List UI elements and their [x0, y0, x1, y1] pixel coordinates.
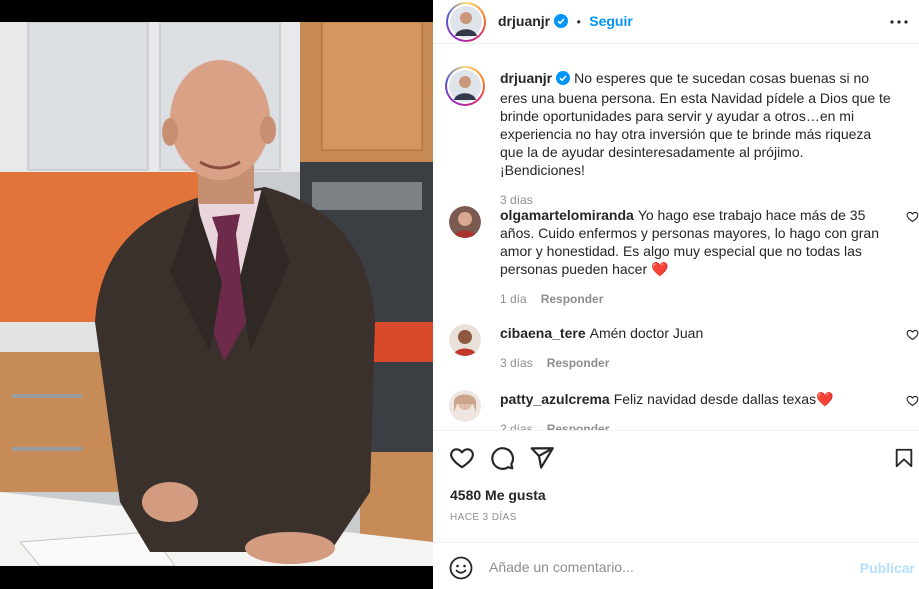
heart-emoji: ❤️ — [816, 391, 834, 407]
like-comment-icon[interactable] — [906, 328, 919, 341]
comment-timestamp[interactable]: 3 días — [500, 356, 533, 370]
post-actions: 4580 Me gusta HACE 3 DÍAS — [433, 430, 919, 542]
like-count[interactable]: 4580 Me gusta — [450, 487, 546, 503]
comment-username[interactable]: olgamartelomiranda — [500, 207, 634, 223]
commenter-avatar[interactable] — [449, 390, 481, 422]
avatar-image — [449, 206, 481, 238]
caption-body: drjuanjr No esperes que te sucedan cosas … — [500, 69, 892, 209]
comment-icon[interactable] — [489, 445, 515, 471]
more-options-icon[interactable] — [887, 12, 911, 32]
emoji-icon[interactable] — [449, 556, 473, 580]
like-comment-icon[interactable] — [906, 394, 919, 407]
comment-username[interactable]: cibaena_tere — [500, 325, 586, 341]
header-separator: • — [576, 15, 581, 29]
comment-composer: Publicar — [433, 542, 919, 589]
comment-timestamp[interactable]: 2 días — [500, 422, 533, 430]
post-caption: drjuanjr No esperes que te sucedan cosas … — [445, 66, 919, 207]
caption-author-avatar[interactable] — [445, 66, 485, 106]
post-photo-illustration — [0, 22, 433, 566]
post-media-panel — [0, 0, 433, 589]
comment-username[interactable]: patty_azulcrema — [500, 391, 610, 407]
post-photo[interactable] — [0, 22, 433, 566]
reply-button[interactable]: Responder — [547, 356, 610, 370]
verified-badge-icon — [554, 14, 569, 33]
comments-list[interactable]: drjuanjr No esperes que te sucedan cosas … — [433, 54, 919, 430]
avatar-image — [449, 390, 481, 422]
comment-body: patty_azulcrema Feliz navidad desde dalla… — [500, 390, 892, 430]
post-date[interactable]: HACE 3 DÍAS — [450, 512, 517, 523]
post-header: drjuanjr • Seguir — [433, 0, 919, 44]
commenter-avatar[interactable] — [449, 324, 481, 356]
caption-timestamp[interactable]: 3 días — [500, 193, 533, 207]
author-avatar[interactable] — [446, 2, 486, 42]
comment-timestamp[interactable]: 1 día — [500, 292, 527, 306]
reply-button[interactable]: Responder — [547, 422, 610, 430]
comment-item: olgamartelomiranda Yo hago ese trabajo ha… — [445, 206, 919, 316]
commenter-avatar[interactable] — [449, 206, 481, 238]
comment-text: Amén doctor Juan — [589, 325, 704, 341]
caption-username[interactable]: drjuanjr — [500, 70, 552, 86]
comment-body: olgamartelomiranda Yo hago ese trabajo ha… — [500, 206, 892, 308]
verified-badge-icon — [556, 71, 571, 89]
reply-button[interactable]: Responder — [541, 292, 604, 306]
comment-body: cibaena_tere Amén doctor Juan 3 días Respo… — [500, 324, 892, 372]
share-icon[interactable] — [529, 445, 555, 471]
comment-meta: 3 días Responder — [500, 354, 892, 372]
post-details-panel: drjuanjr • Seguir drjuanjr No esperes que… — [433, 0, 919, 589]
comment-meta: 1 día Responder — [500, 290, 892, 308]
author-username[interactable]: drjuanjr — [498, 13, 550, 29]
save-bookmark-icon[interactable] — [893, 445, 915, 471]
header-author-row: drjuanjr • Seguir — [498, 13, 633, 33]
avatar-image — [449, 70, 481, 102]
heart-emoji: ❤️ — [651, 261, 669, 277]
like-heart-icon[interactable] — [449, 445, 475, 471]
comment-item: patty_azulcrema Feliz navidad desde dalla… — [445, 390, 919, 430]
avatar-image — [449, 324, 481, 356]
comment-item: cibaena_tere Amén doctor Juan 3 días Respo… — [445, 324, 919, 374]
like-comment-icon[interactable] — [906, 210, 919, 223]
follow-button[interactable]: Seguir — [589, 13, 633, 29]
comment-input[interactable] — [489, 551, 849, 583]
avatar-image — [450, 6, 482, 38]
comment-meta: 2 días Responder — [500, 420, 892, 430]
publish-button[interactable]: Publicar — [860, 560, 915, 576]
comment-text: Feliz navidad desde dallas texas — [613, 391, 817, 407]
